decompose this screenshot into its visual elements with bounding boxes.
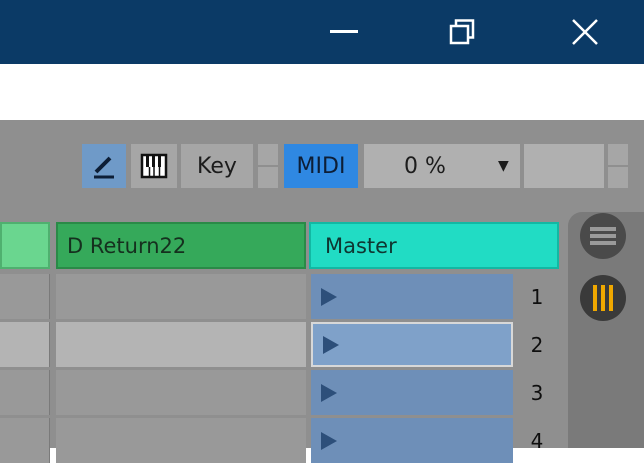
clip-slot[interactable] [56, 370, 306, 415]
menu-strip [0, 64, 644, 120]
play-icon [321, 383, 337, 402]
scene-launch-button[interactable] [311, 322, 513, 367]
close-icon [572, 19, 598, 45]
overview-field[interactable] [524, 144, 604, 188]
play-icon [321, 287, 337, 306]
pencil-icon [94, 156, 114, 179]
cpu-percent-value: 0 % [404, 153, 446, 179]
scene-launch-button[interactable] [311, 418, 513, 463]
scene-number: 1 [530, 284, 544, 309]
draw-mode-button[interactable] [82, 144, 126, 188]
clip-slot[interactable] [56, 274, 306, 319]
restore-button[interactable] [432, 0, 492, 64]
menu-lines-icon [590, 227, 616, 245]
midi-map-button[interactable]: MIDI [284, 144, 358, 188]
triangle-down-icon: ▼ [498, 158, 509, 174]
mixer-bars-icon [593, 285, 613, 311]
restore-icon [449, 19, 475, 45]
scene-number: 4 [530, 428, 544, 453]
overview-spinner[interactable] [608, 144, 628, 188]
clip-slot[interactable] [56, 322, 306, 367]
minimize-button[interactable] [314, 0, 374, 64]
scene-number: 3 [530, 380, 544, 405]
clip-slot[interactable] [0, 322, 50, 367]
clip-slot[interactable] [0, 418, 50, 463]
arrangement-view-button[interactable] [580, 213, 626, 259]
play-icon [321, 431, 337, 450]
key-map-button[interactable]: Key [181, 144, 253, 188]
clip-slot[interactable] [56, 418, 306, 463]
title-bar [0, 0, 644, 64]
scene-launch-button[interactable] [311, 370, 513, 415]
minimize-icon [330, 30, 358, 33]
close-button[interactable] [555, 0, 615, 64]
scene-launch-button[interactable] [311, 274, 513, 319]
key-spinner[interactable] [258, 144, 278, 188]
cpu-percent-dropdown[interactable]: 0 % ▼ [364, 144, 520, 188]
track-header-partial[interactable] [0, 222, 50, 269]
track-header-return[interactable]: D Return22 [56, 222, 306, 269]
track-header-master[interactable]: Master [309, 222, 559, 269]
clip-slot[interactable] [0, 370, 50, 415]
clip-slot[interactable] [0, 274, 50, 319]
play-icon [323, 335, 339, 354]
piano-keys-icon [140, 153, 168, 179]
session-view-button[interactable] [580, 275, 626, 321]
computer-midi-keyboard-button[interactable] [131, 144, 177, 188]
scene-number: 2 [530, 332, 544, 357]
